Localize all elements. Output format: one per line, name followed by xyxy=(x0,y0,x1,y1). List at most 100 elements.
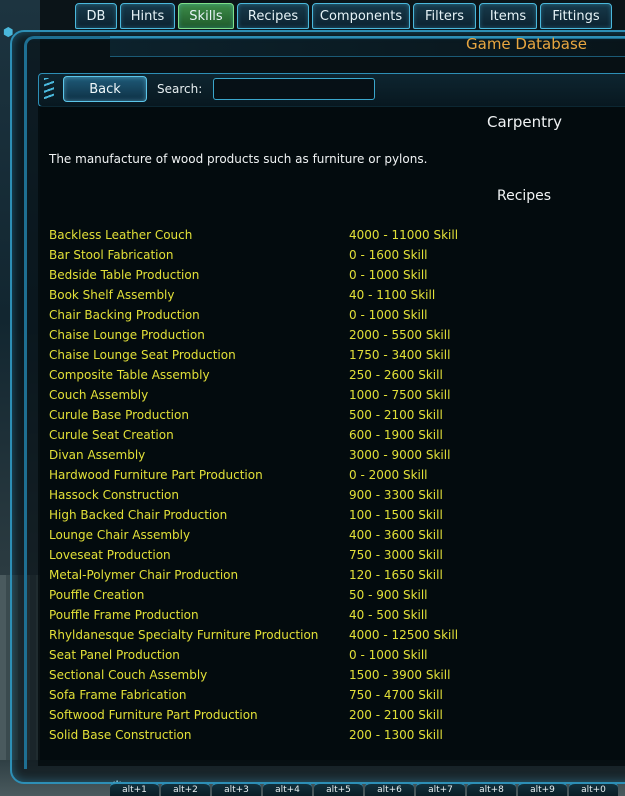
recipe-skill-range: 400 - 3600 Skill xyxy=(349,528,443,542)
hotkey-slot[interactable]: alt+4 xyxy=(263,782,312,796)
recipe-name[interactable]: Chair Backing Production xyxy=(49,308,349,322)
recipe-row[interactable]: Backless Leather Couch 4000 - 11000 Skill xyxy=(49,225,609,245)
recipe-skill-range: 0 - 1000 Skill xyxy=(349,308,428,322)
recipe-row[interactable]: Book Shelf Assembly 40 - 1100 Skill xyxy=(49,285,609,305)
recipe-row[interactable]: Rhyldanesque Specialty Furniture Product… xyxy=(49,625,609,645)
recipe-row[interactable]: Sectional Couch Assembly 1500 - 3900 Skil… xyxy=(49,665,609,685)
recipe-skill-range: 200 - 1300 Skill xyxy=(349,728,443,742)
recipe-row[interactable]: Seat Panel Production 0 - 1000 Skill xyxy=(49,645,609,665)
tab-components[interactable]: Components xyxy=(312,3,410,29)
tab-items[interactable]: Items xyxy=(479,3,537,29)
search-input[interactable] xyxy=(213,78,375,100)
recipe-name[interactable]: Pouffle Frame Production xyxy=(49,608,349,622)
recipe-row[interactable]: Hardwood Furniture Part Production 0 - 20… xyxy=(49,465,609,485)
recipe-skill-range: 0 - 1000 Skill xyxy=(349,268,428,282)
recipe-skill-range: 500 - 2100 Skill xyxy=(349,408,443,422)
recipe-name[interactable]: Hardwood Furniture Part Production xyxy=(49,468,349,482)
recipe-name[interactable]: Chaise Lounge Seat Production xyxy=(49,348,349,362)
recipe-skill-range: 750 - 4700 Skill xyxy=(349,688,443,702)
recipe-row[interactable]: Pouffle Creation 50 - 900 Skill xyxy=(49,585,609,605)
hotkey-slot[interactable]: alt+0 xyxy=(569,782,618,796)
recipe-name[interactable]: Curule Base Production xyxy=(49,408,349,422)
recipe-row[interactable]: Softwood Furniture Part Production 200 - … xyxy=(49,705,609,725)
recipe-name[interactable]: Lounge Chair Assembly xyxy=(49,528,349,542)
hotkey-bar: alt+1 alt+2 alt+3 alt+4 alt+5 alt+6 alt+7 alt+8… xyxy=(110,782,625,796)
hotkey-slot[interactable]: alt+7 xyxy=(416,782,465,796)
recipe-row[interactable]: Couch Assembly 1000 - 7500 Skill xyxy=(49,385,609,405)
recipe-name[interactable]: High Backed Chair Production xyxy=(49,508,349,522)
recipe-row[interactable]: Bedside Table Production 0 - 1000 Skill xyxy=(49,265,609,285)
recipe-name[interactable]: Chaise Lounge Production xyxy=(49,328,349,342)
skill-description: The manufacture of wood products such as… xyxy=(49,152,428,166)
recipe-skill-range: 600 - 1900 Skill xyxy=(349,428,443,442)
recipe-skill-range: 0 - 2000 Skill xyxy=(349,468,428,482)
recipe-name[interactable]: Backless Leather Couch xyxy=(49,228,349,242)
drag-grip-icon[interactable] xyxy=(44,78,54,100)
recipe-name[interactable]: Sectional Couch Assembly xyxy=(49,668,349,682)
recipe-row[interactable]: Metal-Polymer Chair Production 120 - 1650… xyxy=(49,565,609,585)
hotkey-slot[interactable]: alt+3 xyxy=(212,782,261,796)
recipe-row[interactable]: Loveseat Production 750 - 3000 Skill xyxy=(49,545,609,565)
recipe-name[interactable]: Sofa Frame Fabrication xyxy=(49,688,349,702)
recipe-name[interactable]: Composite Table Assembly xyxy=(49,368,349,382)
recipe-skill-range: 40 - 500 Skill xyxy=(349,608,428,622)
recipe-row[interactable]: Curule Seat Creation 600 - 1900 Skill xyxy=(49,425,609,445)
tab-db[interactable]: DB xyxy=(75,3,117,29)
recipe-name[interactable]: Metal-Polymer Chair Production xyxy=(49,568,349,582)
recipe-name[interactable]: Divan Assembly xyxy=(49,448,349,462)
recipe-row[interactable]: Curule Base Production 500 - 2100 Skill xyxy=(49,405,609,425)
tab-hints[interactable]: Hints xyxy=(120,3,175,29)
recipe-skill-range: 2000 - 5500 Skill xyxy=(349,328,451,342)
hotkey-slot[interactable]: alt+9 xyxy=(518,782,567,796)
recipe-name[interactable]: Curule Seat Creation xyxy=(49,428,349,442)
recipe-skill-range: 100 - 1500 Skill xyxy=(349,508,443,522)
recipe-skill-range: 40 - 1100 Skill xyxy=(349,288,436,302)
recipe-name[interactable]: Softwood Furniture Part Production xyxy=(49,708,349,722)
recipe-name[interactable]: Hassock Construction xyxy=(49,488,349,502)
recipe-skill-range: 4000 - 11000 Skill xyxy=(349,228,459,242)
tab-filters[interactable]: Filters xyxy=(413,3,476,29)
tab-fittings[interactable]: Fittings xyxy=(540,3,612,29)
recipe-name[interactable]: Rhyldanesque Specialty Furniture Product… xyxy=(49,628,349,642)
recipe-name[interactable]: Book Shelf Assembly xyxy=(49,288,349,302)
recipe-name[interactable]: Loveseat Production xyxy=(49,548,349,562)
recipe-name[interactable]: Bar Stool Fabrication xyxy=(49,248,349,262)
hotkey-slot[interactable]: alt+5 xyxy=(314,782,363,796)
recipe-row[interactable]: High Backed Chair Production 100 - 1500 S… xyxy=(49,505,609,525)
recipe-row[interactable]: Divan Assembly 3000 - 9000 Skill xyxy=(49,445,609,465)
recipe-name[interactable]: Bedside Table Production xyxy=(49,268,349,282)
recipe-row[interactable]: Chair Backing Production 0 - 1000 Skill xyxy=(49,305,609,325)
recipe-name[interactable]: Couch Assembly xyxy=(49,388,349,402)
recipe-name[interactable]: Solid Base Construction xyxy=(49,728,349,742)
search-label: Search: xyxy=(157,82,203,96)
hotkey-slot[interactable]: alt+2 xyxy=(161,782,210,796)
recipe-row[interactable]: Lounge Chair Assembly 400 - 3600 Skill xyxy=(49,525,609,545)
frame-node-icon: ⬢ xyxy=(3,25,14,39)
recipe-list: Backless Leather Couch 4000 - 11000 Skill… xyxy=(49,225,609,745)
tab-recipes[interactable]: Recipes xyxy=(237,3,309,29)
recipe-row[interactable]: Pouffle Frame Production 40 - 500 Skill xyxy=(49,605,609,625)
recipe-skill-range: 4000 - 12500 Skill xyxy=(349,628,459,642)
recipe-skill-range: 120 - 1650 Skill xyxy=(349,568,443,582)
recipe-row[interactable]: Bar Stool Fabrication 0 - 1600 Skill xyxy=(49,245,609,265)
recipe-row[interactable]: Solid Base Construction 200 - 1300 Skill xyxy=(49,725,609,745)
recipe-row[interactable]: Hassock Construction 900 - 3300 Skill xyxy=(49,485,609,505)
hotkey-slot[interactable]: alt+6 xyxy=(365,782,414,796)
window-title: Game Database xyxy=(466,35,587,53)
hotkey-slot[interactable]: alt+1 xyxy=(110,782,159,796)
back-button[interactable]: Back xyxy=(63,76,147,102)
recipe-row[interactable]: Sofa Frame Fabrication 750 - 4700 Skill xyxy=(49,685,609,705)
recipe-skill-range: 900 - 3300 Skill xyxy=(349,488,443,502)
recipe-skill-range: 3000 - 9000 Skill xyxy=(349,448,451,462)
recipe-skill-range: 250 - 2600 Skill xyxy=(349,368,443,382)
recipe-row[interactable]: Composite Table Assembly 250 - 2600 Skill xyxy=(49,365,609,385)
recipe-name[interactable]: Seat Panel Production xyxy=(49,648,349,662)
tab-skills[interactable]: Skills xyxy=(178,3,234,29)
hotkey-slot[interactable]: alt+8 xyxy=(467,782,516,796)
recipe-row[interactable]: Chaise Lounge Production 2000 - 5500 Skil… xyxy=(49,325,609,345)
recipe-skill-range: 0 - 1000 Skill xyxy=(349,648,428,662)
recipe-row[interactable]: Chaise Lounge Seat Production 1750 - 3400… xyxy=(49,345,609,365)
skill-title: Carpentry xyxy=(487,113,563,131)
recipe-skill-range: 750 - 3000 Skill xyxy=(349,548,443,562)
recipe-name[interactable]: Pouffle Creation xyxy=(49,588,349,602)
